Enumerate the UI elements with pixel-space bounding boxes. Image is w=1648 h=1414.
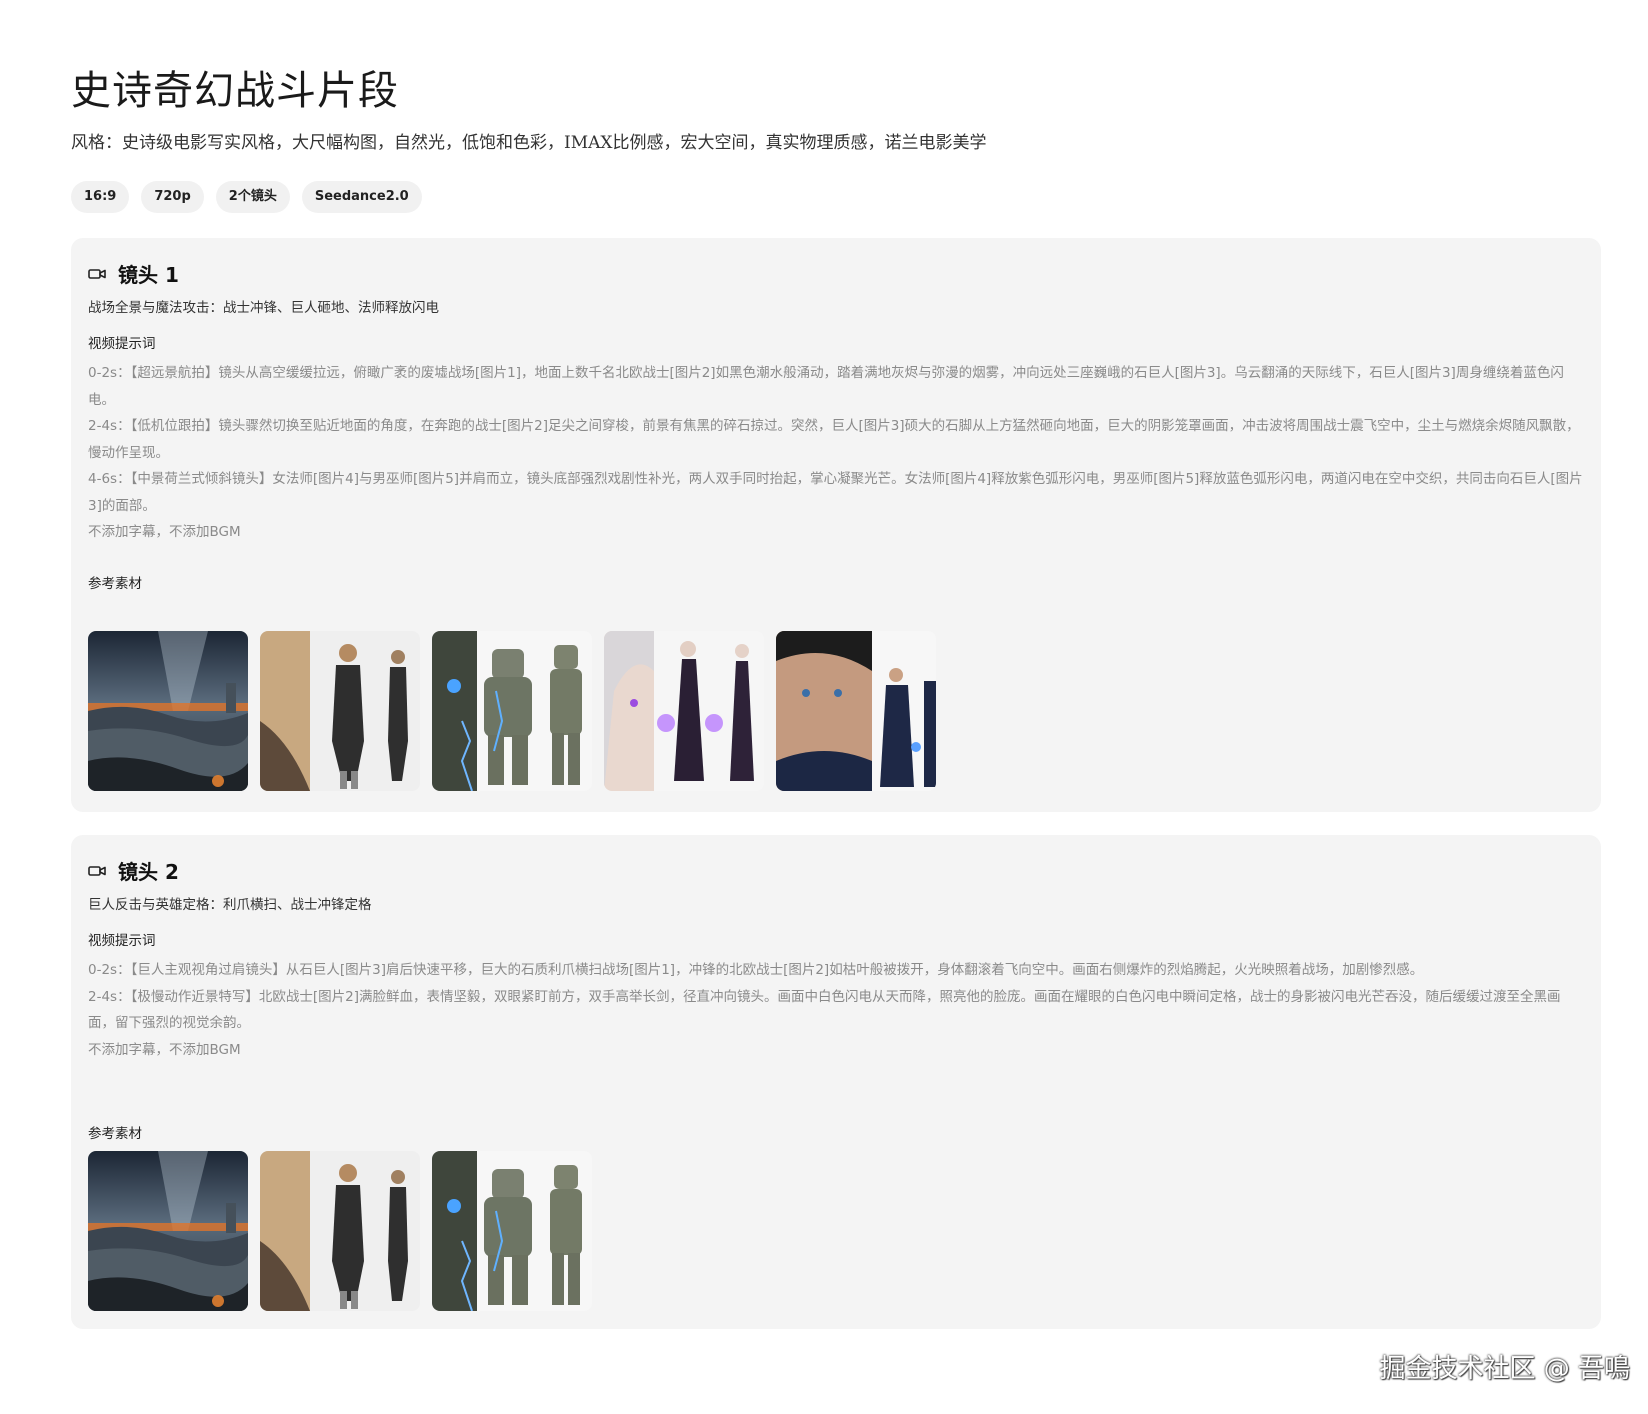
prompt-line: 0-2s：【超远景航拍】镜头从高空缓缓拉远，俯瞰广袤的废墟战场[图片1]，地面上… <box>88 365 1564 408</box>
watermark: 掘金技术社区 @ 吾鳴 <box>1379 1354 1630 1384</box>
prompt-label: 视频提示词 <box>88 336 156 352</box>
shot-title: 镜头 1 <box>118 263 179 287</box>
reference-gallery <box>88 631 936 791</box>
shot-card-1: 镜头 1 战场全景与魔法攻击：战士冲锋、巨人砸地、法师释放闪电 视频提示词 0-… <box>71 238 1601 812</box>
tag-shot-count: 2个镜头 <box>215 181 290 213</box>
prompt-line: 2-4s：【低机位跟拍】镜头骤然切换至贴近地面的角度，在奔跑的战士[图片2]足尖… <box>88 418 1580 461</box>
prompt-text: 0-2s：【巨人主观视角过肩镜头】从石巨人[图片3]肩后快速平移，巨大的石质利爪… <box>88 957 1585 1063</box>
style-description: 风格：史诗级电影写实风格，大尺幅构图，自然光，低饱和色彩，IMAX比例感，宏大空… <box>71 133 987 153</box>
video-camera-icon <box>88 865 106 876</box>
shot-title: 镜头 2 <box>118 860 179 884</box>
prompt-line: 0-2s：【巨人主观视角过肩镜头】从石巨人[图片3]肩后快速平移，巨大的石质利爪… <box>88 962 1424 978</box>
ref-image-wizard[interactable] <box>776 631 936 791</box>
refs-label: 参考素材 <box>88 1126 142 1142</box>
shot-subtitle: 战场全景与魔法攻击：战士冲锋、巨人砸地、法师释放闪电 <box>88 300 439 316</box>
ref-image-golem[interactable] <box>432 631 592 791</box>
video-camera-icon <box>88 268 106 279</box>
prompt-label: 视频提示词 <box>88 933 156 949</box>
page-title: 史诗奇幻战斗片段 <box>71 68 399 114</box>
shot-subtitle: 巨人反击与英雄定格：利爪横扫、战士冲锋定格 <box>88 897 372 913</box>
tag-aspect-ratio: 16:9 <box>71 181 130 213</box>
prompt-line: 不添加字幕，不添加BGM <box>88 524 241 540</box>
ref-image-warrior[interactable] <box>260 1151 420 1311</box>
tag-model: Seedance2.0 <box>301 181 422 213</box>
ref-image-golem[interactable] <box>432 1151 592 1311</box>
shot-header: 镜头 1 <box>88 259 179 288</box>
ref-image-battlefield[interactable] <box>88 631 248 791</box>
prompt-line: 4-6s：【中景荷兰式倾斜镜头】女法师[图片4]与男巫师[图片5]并肩而立，镜头… <box>88 471 1583 514</box>
ref-image-battlefield[interactable] <box>88 1151 248 1311</box>
tag-resolution: 720p <box>141 181 204 213</box>
ref-image-warrior[interactable] <box>260 631 420 791</box>
tag-list: 16:9 720p 2个镜头 Seedance2.0 <box>71 181 422 213</box>
prompt-line: 不添加字幕，不添加BGM <box>88 1041 241 1058</box>
shot-card-2: 镜头 2 巨人反击与英雄定格：利爪横扫、战士冲锋定格 视频提示词 0-2s：【巨… <box>71 835 1601 1329</box>
refs-label: 参考素材 <box>88 576 142 592</box>
shot-header: 镜头 2 <box>88 856 179 885</box>
prompt-line: 2-4s：【极慢动作近景特写】北欧战士[图片2]满脸鲜血，表情坚毅，双眼紧盯前方… <box>88 988 1561 1032</box>
prompt-text: 0-2s：【超远景航拍】镜头从高空缓缓拉远，俯瞰广袤的废墟战场[图片1]，地面上… <box>88 360 1585 546</box>
reference-gallery <box>88 1151 592 1311</box>
ref-image-sorceress[interactable] <box>604 631 764 791</box>
